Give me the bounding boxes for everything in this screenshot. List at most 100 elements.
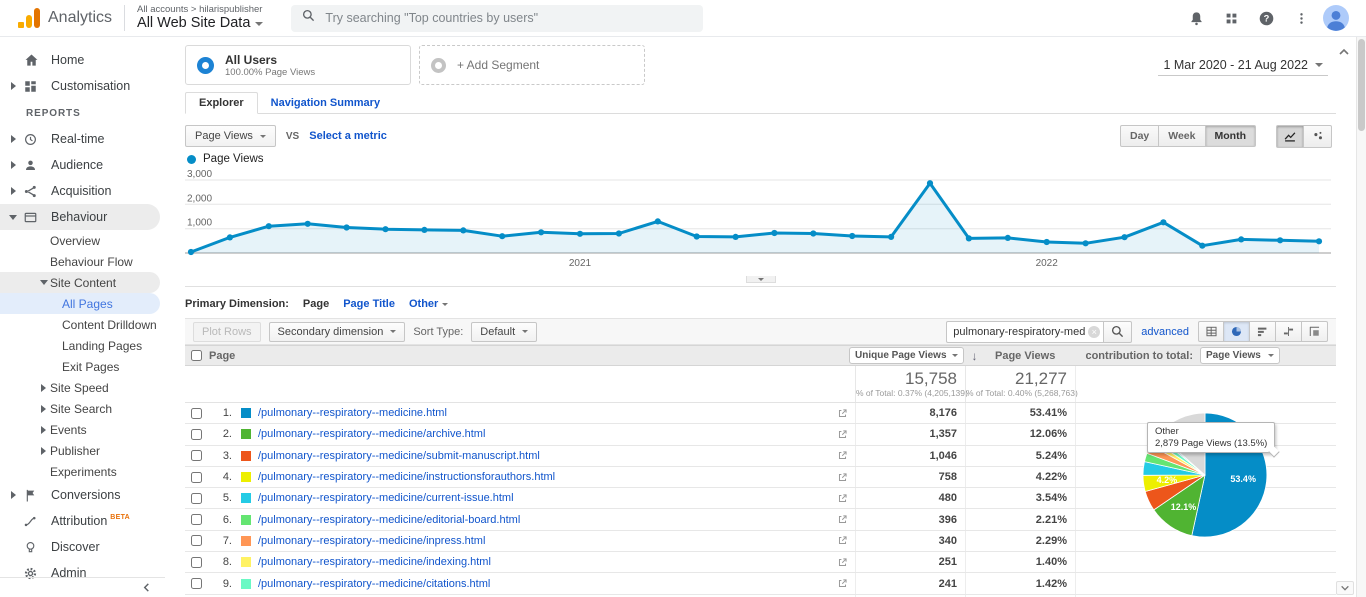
granularity-month-button[interactable]: Month [1206,125,1257,147]
open-page-external-link-icon[interactable] [829,514,855,525]
avatar[interactable] [1322,4,1350,32]
open-page-external-link-icon[interactable] [829,429,855,440]
sidebar-item-discover[interactable]: Discover [0,534,165,560]
date-range-picker[interactable]: 1 Mar 2020 - 21 Aug 2022 [1158,55,1328,76]
search-button[interactable] [1104,321,1132,343]
granularity-week-button[interactable]: Week [1159,125,1205,147]
area-chart-svg[interactable]: 1,0002,0003,00020212022 [185,167,1331,271]
page-url-link[interactable]: /pulmonary--respiratory--medicine/editor… [258,514,829,526]
page-url-link[interactable]: /pulmonary--respiratory--medicine/indexi… [258,556,829,568]
open-page-external-link-icon[interactable] [829,408,855,419]
sidebar-item-publisher[interactable]: Publisher [0,440,165,461]
sidebar-item-overview[interactable]: Overview [0,230,165,251]
sidebar-item-customisation[interactable]: Customisation [0,73,165,99]
segment-all-users[interactable]: All Users 100.00% Page Views [185,45,411,85]
sidebar-item-attribution[interactable]: AttributionBETA [0,508,165,534]
page-url-link[interactable]: /pulmonary--respiratory--medicine/inpres… [258,535,829,547]
open-page-external-link-icon[interactable] [829,535,855,546]
plot-rows-button[interactable]: Plot Rows [193,322,261,342]
page-url-link[interactable]: /pulmonary--respiratory--medicine/citati… [258,578,829,590]
line-chart-view-icon[interactable] [1276,125,1304,148]
notifications-bell-icon[interactable] [1182,4,1210,32]
tab-explorer[interactable]: Explorer [185,92,258,114]
page-url-link[interactable]: /pulmonary--respiratory--medicine/curren… [258,492,829,504]
sidebar-item-experiments[interactable]: Experiments [0,461,165,482]
row-checkbox[interactable] [191,514,202,525]
tab-navigation-summary[interactable]: Navigation Summary [258,93,393,113]
sidebar-item-audience[interactable]: Audience [0,152,165,178]
add-segment-button[interactable]: + Add Segment [419,45,645,85]
open-page-external-link-icon[interactable] [829,450,855,461]
sort-type-dropdown[interactable]: Default [471,322,537,342]
sidebar-item-label: Discover [51,540,100,554]
dimension-page[interactable]: Page [303,298,329,310]
advanced-search-link[interactable]: advanced [1141,326,1189,338]
page-url-link[interactable]: /pulmonary--respiratory--medicine/submit… [258,450,829,462]
dimension-other-dropdown[interactable]: Other [409,298,448,310]
account-switcher[interactable]: All accounts > hilarispublisher All Web … [137,4,263,32]
chart-collapse-handle[interactable] [746,276,776,283]
page-url-link[interactable]: /pulmonary--respiratory--medicine/instru… [258,471,829,483]
more-vert-icon[interactable] [1287,4,1315,32]
row-checkbox[interactable] [191,535,202,546]
row-checkbox[interactable] [191,578,202,589]
row-checkbox[interactable] [191,408,202,419]
expand-panel-button[interactable] [1336,581,1354,595]
dimension-page-title[interactable]: Page Title [343,298,395,310]
chevron-right-icon [11,82,16,90]
table-view-icon[interactable] [1198,321,1224,342]
metric-column-dropdown[interactable]: Unique Page Views [849,347,964,364]
sidebar-item-all-pages[interactable]: All Pages [0,293,160,314]
sidebar-item-behaviour[interactable]: Behaviour [0,204,160,230]
sidebar-item-site-speed[interactable]: Site Speed [0,377,165,398]
scrollbar-thumb[interactable] [1358,39,1365,131]
select-all-checkbox[interactable] [191,350,202,361]
sidebar-item-site-content[interactable]: Site Content [0,272,160,293]
open-page-external-link-icon[interactable] [829,493,855,504]
vertical-scrollbar[interactable] [1356,37,1366,597]
sidebar-item-conversions[interactable]: Conversions [0,482,165,508]
beta-badge: BETA [110,514,130,521]
metric-dropdown[interactable]: Page Views [185,125,276,147]
row-checkbox[interactable] [191,429,202,440]
performance-view-icon[interactable] [1250,321,1276,342]
motion-chart-view-icon[interactable] [1304,125,1332,148]
page-views-column-header[interactable]: Page Views [965,350,1075,362]
sidebar-item-events[interactable]: Events [0,419,165,440]
sidebar-item-exit-pages[interactable]: Exit Pages [0,356,165,377]
clear-search-icon[interactable]: × [1088,326,1100,338]
row-checkbox[interactable] [191,472,202,483]
row-checkbox[interactable] [191,450,202,461]
select-a-metric-link[interactable]: Select a metric [309,130,387,142]
page-column-header[interactable]: Page [209,350,855,362]
open-page-external-link-icon[interactable] [829,472,855,483]
global-search-input[interactable] [325,11,693,25]
granularity-day-button[interactable]: Day [1120,125,1159,147]
open-page-external-link-icon[interactable] [829,578,855,589]
sidebar-item-site-search[interactable]: Site Search [0,398,165,419]
open-page-external-link-icon[interactable] [829,557,855,568]
row-color-swatch [241,515,251,525]
global-search[interactable] [291,5,703,32]
sidebar-item-content-drilldown[interactable]: Content Drilldown [0,314,165,335]
row-checkbox[interactable] [191,493,202,504]
sidebar-item-acquisition[interactable]: Acquisition [0,178,165,204]
sidebar-item-home[interactable]: Home [0,47,165,73]
page-url-link[interactable]: /pulmonary--respiratory--medicine/archiv… [258,428,829,440]
page-url-link[interactable]: /pulmonary--respiratory--medicine.html [258,407,829,419]
table-search-input[interactable] [946,321,1104,343]
sidebar-item-behaviour-flow[interactable]: Behaviour Flow [0,251,165,272]
collapse-panel-button[interactable] [1338,45,1350,63]
sidebar-collapse-button[interactable] [0,577,165,597]
contribution-metric-dropdown[interactable]: Page Views [1200,347,1280,364]
row-checkbox[interactable] [191,557,202,568]
pivot-view-icon[interactable] [1302,321,1328,342]
sidebar-item-real-time[interactable]: Real-time [0,126,165,152]
comparison-view-icon[interactable] [1276,321,1302,342]
percentage-view-icon[interactable] [1224,321,1250,342]
secondary-dimension-dropdown[interactable]: Secondary dimension [269,322,406,342]
help-icon[interactable]: ? [1252,4,1280,32]
apps-grid-icon[interactable] [1217,4,1245,32]
sidebar-item-landing-pages[interactable]: Landing Pages [0,335,165,356]
chevron-right-icon [41,447,46,455]
